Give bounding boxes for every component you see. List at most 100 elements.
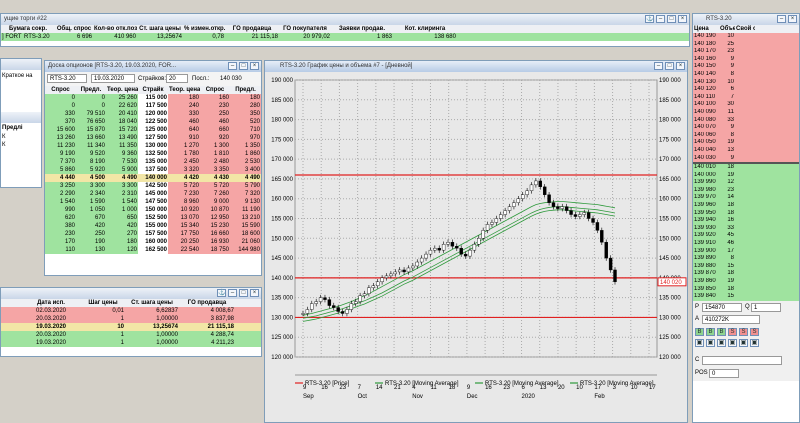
- price-input[interactable]: 154870: [702, 302, 742, 312]
- order-book-row[interactable]: 139 850 18: [693, 285, 799, 294]
- table-row[interactable]: 330 79 510 20 410 120 000 330 250 350: [45, 110, 261, 118]
- table-row[interactable]: 370 76 650 18 040 122 500 460 460 520: [45, 118, 261, 126]
- condition-select[interactable]: [702, 355, 782, 365]
- chart-titlebar[interactable]: RTS-3.20 График цены и объема #7 - [Днев…: [265, 61, 687, 72]
- book-action-icon[interactable]: ▣: [695, 338, 704, 347]
- order-book-row[interactable]: 139 840 15: [693, 293, 799, 301]
- order-book-row[interactable]: 140 090 11: [693, 108, 799, 117]
- table-row[interactable]: 2 290 2 340 2 310 145 000 7 230 7 260 7 320: [45, 190, 261, 198]
- book-action-icon[interactable]: ▣: [717, 338, 726, 347]
- order-book-row[interactable]: 140 070 9: [693, 124, 799, 132]
- table-row[interactable]: 110 130 120 162 500 22 540 18 750 144 980: [45, 246, 261, 254]
- maximize-icon[interactable]: □: [665, 62, 674, 70]
- order-book-row[interactable]: 139 940 16: [693, 217, 799, 225]
- table-row[interactable]: 13 260 13 660 13 490 127 500 910 920 970: [45, 134, 261, 142]
- left-fragment-titlebar-2[interactable]: [1, 112, 41, 123]
- book-action-icon[interactable]: ▣: [739, 338, 748, 347]
- close-icon[interactable]: ×: [788, 15, 797, 23]
- order-book-row[interactable]: 140 190 10: [693, 33, 799, 41]
- table-row[interactable]: 20.03.2020 1 1,00000 3 837,98: [1, 315, 261, 323]
- order-book-row[interactable]: 139 900 17: [693, 247, 799, 256]
- order-book-row[interactable]: 139 980 23: [693, 186, 799, 195]
- order-book-row[interactable]: 139 930 33: [693, 224, 799, 233]
- buy-button[interactable]: B: [695, 327, 704, 336]
- pin-icon[interactable]: ⚓: [217, 289, 226, 297]
- table-row[interactable]: 1 540 1 590 1 540 147 500 8 960 9 000 9 130: [45, 198, 261, 206]
- quotes-window-titlebar[interactable]: ущие торги #22 ⚓ – □ ×: [1, 14, 689, 25]
- strikes-select[interactable]: 20: [166, 74, 188, 83]
- table-row[interactable]: 4 440 4 500 4 490 140 000 4 420 4 430 4 490: [45, 174, 261, 182]
- book-action-icon[interactable]: ▣: [750, 338, 759, 347]
- options-board-titlebar[interactable]: Доска опционов [RTS-3.20, 19.03.2020, FO…: [45, 61, 261, 72]
- table-row[interactable]: 380 420 420 155 000 15 340 15 230 15 590: [45, 222, 261, 230]
- order-book-row[interactable]: 140 130 10: [693, 78, 799, 87]
- order-book-titlebar[interactable]: RTS-3.20 – ×: [693, 14, 799, 25]
- order-book-row[interactable]: 140 160 9: [693, 55, 799, 64]
- order-book-row[interactable]: 140 170 23: [693, 48, 799, 56]
- order-book-row[interactable]: 140 000 19: [693, 171, 799, 180]
- table-row[interactable]: 11 230 11 340 11 350 130 000 1 270 1 300 1 350: [45, 142, 261, 150]
- minimize-icon[interactable]: –: [228, 62, 237, 70]
- order-book-row[interactable]: 140 030 9: [693, 154, 799, 163]
- table-row[interactable]: 3 250 3 300 3 300 142 500 5 720 5 720 5 790: [45, 182, 261, 190]
- close-icon[interactable]: ×: [676, 62, 685, 70]
- order-book-row[interactable]: 140 100 30: [693, 101, 799, 109]
- order-book-row[interactable]: 139 910 46: [693, 240, 799, 248]
- order-book-row[interactable]: 140 060 8: [693, 131, 799, 140]
- account-select[interactable]: 410272K: [702, 314, 760, 324]
- table-row[interactable]: 230 250 270 157 500 17 750 16 660 18 600: [45, 230, 261, 238]
- table-row[interactable]: 02.03.2020 0,01 6,62837 4 008,67: [1, 307, 261, 315]
- table-row[interactable]: 990 1 050 1 000 150 000 10 920 10 870 11 190: [45, 206, 261, 214]
- order-book-row[interactable]: 140 150 9: [693, 63, 799, 71]
- minimize-icon[interactable]: –: [654, 62, 663, 70]
- pin-icon[interactable]: ⚓: [645, 15, 654, 23]
- price-chart[interactable]: 190 000 190 000 185 000 185 000 180 000 180 0…: [265, 72, 687, 422]
- order-book-row[interactable]: 139 870 18: [693, 270, 799, 278]
- maximize-icon[interactable]: □: [239, 62, 248, 70]
- instrument-select[interactable]: RTS-3.20: [47, 74, 87, 83]
- order-book-row[interactable]: 140 050 19: [693, 139, 799, 147]
- table-row[interactable]: 170 190 180 160 000 20 250 16 930 21 060: [45, 238, 261, 246]
- order-book-row[interactable]: 140 080 33: [693, 116, 799, 125]
- book-action-icon[interactable]: ▣: [728, 338, 737, 347]
- close-icon[interactable]: ×: [678, 15, 687, 23]
- table-row[interactable]: 9 190 9 520 9 360 132 500 1 780 1 810 1 860: [45, 150, 261, 158]
- close-icon[interactable]: ×: [250, 289, 259, 297]
- left-fragment-titlebar[interactable]: [1, 59, 41, 70]
- order-book-row[interactable]: 139 880 15: [693, 262, 799, 271]
- quotes-data-row[interactable]: ] FORT RTS-3.20 6 696 410 960 13,25674 0,78 21…: [1, 33, 689, 41]
- minimize-icon[interactable]: –: [228, 289, 237, 297]
- table-row[interactable]: 15 600 15 870 15 720 125 000 640 660 710: [45, 126, 261, 134]
- table-row[interactable]: 7 370 8 190 7 530 135 000 2 450 2 480 2 530: [45, 158, 261, 166]
- order-book-row[interactable]: 139 950 18: [693, 209, 799, 218]
- order-book-row[interactable]: 139 920 45: [693, 232, 799, 241]
- book-action-icon[interactable]: ▣: [706, 338, 715, 347]
- futures-titlebar[interactable]: ⚓ – □ ×: [1, 288, 261, 299]
- sell-button[interactable]: S: [728, 327, 737, 336]
- order-book-row[interactable]: 139 990 12: [693, 179, 799, 187]
- order-book-row[interactable]: 140 120 6: [693, 86, 799, 94]
- order-book-row[interactable]: 140 180 25: [693, 40, 799, 49]
- table-row[interactable]: 19.03.2020 10 13,25674 21 115,18: [1, 323, 261, 331]
- sell-limit-button[interactable]: S: [750, 327, 759, 336]
- table-row[interactable]: 20.03.2020 1 1,00000 4 288,74: [1, 331, 261, 339]
- order-book-row[interactable]: 139 960 18: [693, 202, 799, 210]
- buy-limit-button[interactable]: B: [717, 327, 726, 336]
- table-row[interactable]: 0 0 25 260 115 000 180 160 180: [45, 94, 261, 102]
- sell-market-button[interactable]: S: [739, 327, 748, 336]
- maximize-icon[interactable]: □: [239, 289, 248, 297]
- order-book-row[interactable]: 139 970 14: [693, 194, 799, 203]
- order-book-row[interactable]: 140 110 7: [693, 93, 799, 102]
- order-book-row[interactable]: 140 010 18: [693, 164, 799, 172]
- table-row[interactable]: 5 860 5 920 5 900 137 500 3 320 3 350 3 400: [45, 166, 261, 174]
- order-book-row[interactable]: 139 860 19: [693, 278, 799, 286]
- order-book-row[interactable]: 139 890 8: [693, 255, 799, 263]
- close-icon[interactable]: ×: [250, 62, 259, 70]
- table-row[interactable]: 19.03.2020 1 1,00000 4 211,23: [1, 339, 261, 347]
- quantity-input[interactable]: 1: [751, 302, 781, 312]
- order-book-row[interactable]: 140 140 8: [693, 70, 799, 79]
- order-book-row[interactable]: 140 040 13: [693, 146, 799, 155]
- buy-market-button[interactable]: B: [706, 327, 715, 336]
- table-row[interactable]: 620 670 650 152 500 13 070 12 950 13 210: [45, 214, 261, 222]
- maximize-icon[interactable]: □: [667, 15, 676, 23]
